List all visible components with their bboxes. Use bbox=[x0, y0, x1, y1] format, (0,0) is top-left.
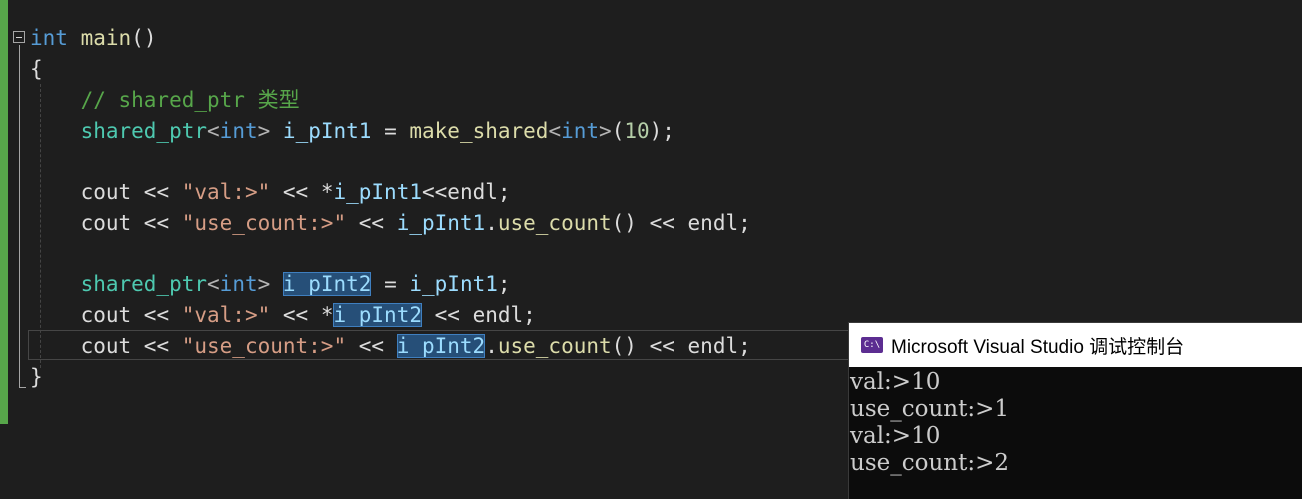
operator: << bbox=[131, 180, 182, 204]
keyword: int bbox=[30, 26, 68, 50]
operator: << bbox=[270, 180, 321, 204]
code-line-11[interactable]: cout << "use_count:>" << i_pInt2.use_cou… bbox=[30, 331, 751, 361]
punctuation: . bbox=[485, 211, 498, 235]
code-line-3[interactable]: // shared_ptr 类型 bbox=[30, 85, 300, 115]
operator: << bbox=[346, 334, 397, 358]
highlighted-variable[interactable]: i_pInt2 bbox=[333, 303, 422, 327]
console-title: Microsoft Visual Studio 调试控制台 bbox=[891, 336, 1185, 358]
identifier: cout bbox=[80, 211, 132, 235]
identifier: endl bbox=[687, 211, 739, 235]
identifier: cout bbox=[80, 180, 132, 204]
code-line-12[interactable]: } bbox=[30, 362, 43, 392]
punctuation: ( bbox=[611, 119, 625, 143]
debug-console-window[interactable]: C:\ Microsoft Visual Studio 调试控制台 val:>1… bbox=[848, 322, 1302, 499]
fold-guide-line bbox=[19, 45, 20, 388]
punctuation: ; bbox=[738, 211, 751, 235]
code-line-10[interactable]: cout << "val:>" << *i_pInt2 << endl; bbox=[30, 300, 536, 330]
punctuation: ; bbox=[497, 272, 511, 296]
punctuation: ; bbox=[523, 303, 536, 327]
operator: << bbox=[422, 180, 448, 204]
variable: i_pInt1 bbox=[409, 272, 498, 296]
fold-guide-end bbox=[19, 387, 26, 388]
string-literal: "val:>" bbox=[181, 180, 271, 204]
operator: << bbox=[422, 303, 473, 327]
punctuation: . bbox=[485, 334, 498, 358]
keyword: int bbox=[219, 119, 258, 143]
string-literal: "use_count:>" bbox=[181, 334, 347, 358]
variable: i_pInt1 bbox=[396, 211, 486, 235]
operator: = bbox=[371, 119, 410, 143]
code-line-2[interactable]: { bbox=[30, 54, 43, 84]
identifier: endl bbox=[472, 303, 524, 327]
operator: * bbox=[320, 303, 334, 327]
function-name: make_shared bbox=[409, 119, 549, 143]
operator: * bbox=[320, 180, 334, 204]
console-output: val:>10 use_count:>1 val:>10 use_count:>… bbox=[849, 367, 1302, 477]
keyword: int bbox=[561, 119, 600, 143]
identifier: endl bbox=[687, 334, 739, 358]
operator: << bbox=[270, 303, 321, 327]
operator: < bbox=[548, 119, 562, 143]
highlighted-variable[interactable]: i_pInt2 bbox=[282, 272, 372, 296]
code-line-1[interactable]: int main() bbox=[30, 23, 156, 53]
function-name: use_count bbox=[497, 334, 612, 358]
console-output-line: val:>10 bbox=[850, 369, 941, 395]
keyword: int bbox=[219, 272, 258, 296]
change-tracking-bar bbox=[0, 0, 8, 424]
close-brace: } bbox=[30, 365, 43, 389]
operator: > bbox=[599, 119, 612, 143]
identifier: cout bbox=[80, 303, 132, 327]
code-line-9[interactable]: shared_ptr<int> i_pInt2 = i_pInt1; bbox=[30, 269, 511, 299]
punctuation: () bbox=[131, 26, 157, 50]
identifier: endl bbox=[447, 180, 498, 204]
number-literal: 10 bbox=[624, 119, 650, 143]
punctuation: ); bbox=[649, 119, 675, 143]
operator: < bbox=[207, 119, 220, 143]
console-output-line: use_count:>1 bbox=[850, 396, 1009, 422]
highlighted-variable[interactable]: i_pInt2 bbox=[396, 334, 486, 358]
console-app-icon: C:\ bbox=[861, 337, 883, 353]
operator: > bbox=[257, 272, 271, 296]
type-name: shared_ptr bbox=[80, 272, 208, 296]
console-titlebar[interactable]: C:\ Microsoft Visual Studio 调试控制台 bbox=[849, 323, 1302, 367]
code-line-4[interactable]: shared_ptr<int> i_pInt1 = make_shared<in… bbox=[30, 116, 675, 146]
operator: > bbox=[257, 119, 271, 143]
open-brace: { bbox=[30, 57, 43, 81]
console-output-line: use_count:>2 bbox=[850, 450, 1009, 476]
type-name: shared_ptr bbox=[80, 119, 208, 143]
operator: << bbox=[131, 211, 182, 235]
variable: i_pInt1 bbox=[333, 180, 422, 204]
punctuation: () bbox=[611, 334, 637, 358]
code-line-7[interactable]: cout << "use_count:>" << i_pInt1.use_cou… bbox=[30, 208, 751, 238]
collapse-icon[interactable] bbox=[13, 31, 25, 43]
code-line-6[interactable]: cout << "val:>" << *i_pInt1<<endl; bbox=[30, 177, 511, 207]
punctuation: () bbox=[611, 211, 637, 235]
console-output-line: val:>10 bbox=[850, 423, 941, 449]
operator: << bbox=[636, 211, 688, 235]
punctuation: ; bbox=[497, 180, 511, 204]
operator: << bbox=[346, 211, 397, 235]
function-name: use_count bbox=[497, 211, 612, 235]
variable: i_pInt1 bbox=[282, 119, 372, 143]
punctuation: ; bbox=[738, 334, 751, 358]
operator: << bbox=[131, 334, 182, 358]
function-name: main bbox=[80, 26, 132, 50]
string-literal: "val:>" bbox=[181, 303, 271, 327]
operator: < bbox=[207, 272, 220, 296]
operator: << bbox=[636, 334, 688, 358]
identifier: cout bbox=[80, 334, 132, 358]
operator: << bbox=[131, 303, 182, 327]
comment: // shared_ptr 类型 bbox=[80, 88, 300, 112]
operator: = bbox=[371, 272, 410, 296]
string-literal: "use_count:>" bbox=[181, 211, 347, 235]
